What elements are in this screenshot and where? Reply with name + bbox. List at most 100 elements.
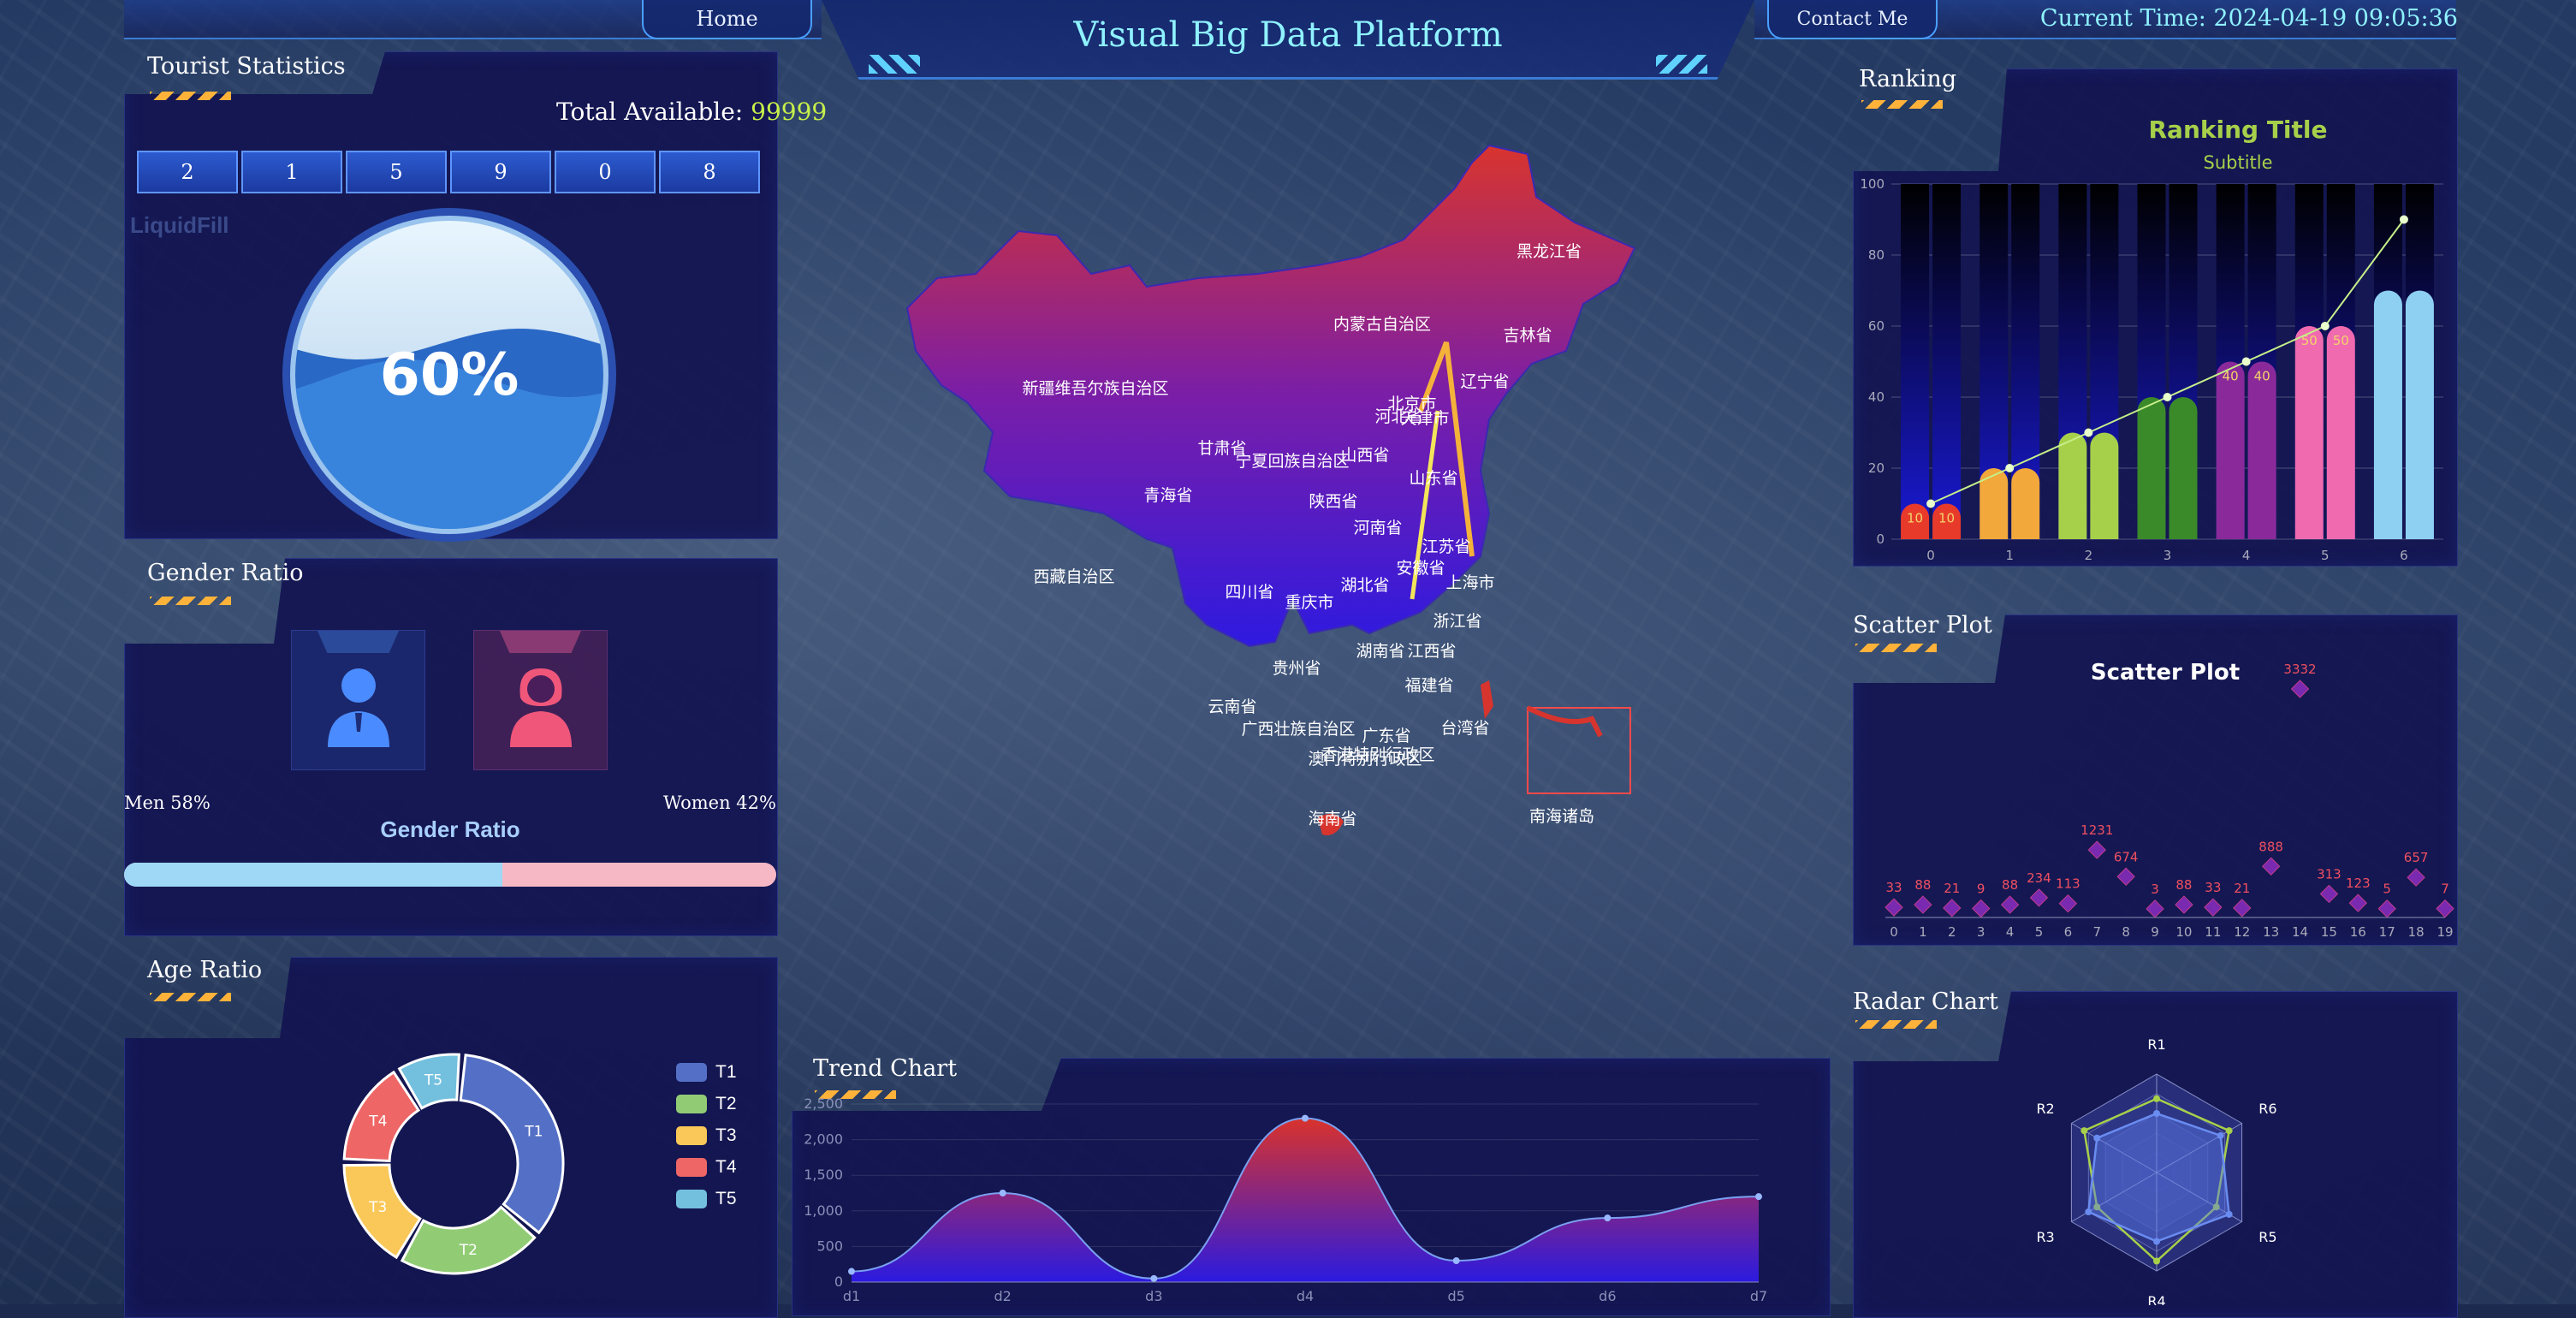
x-tick-label: 5 [2321, 548, 2330, 563]
radar-indicator-label: R6 [2258, 1101, 2276, 1117]
current-time: Current Time: 2024-04-19 09:05:36 [2039, 5, 2458, 32]
x-tick-label: 5 [2035, 924, 2044, 940]
scatter-point [1971, 899, 1991, 918]
contact-me-button[interactable]: Contact Me [1767, 0, 1938, 39]
trend-chart-title: Trend Chart [813, 1055, 958, 1082]
region-label: 吉林省 [1503, 326, 1552, 345]
data-point [848, 1268, 855, 1275]
legend-label: T2 [715, 1093, 737, 1113]
point-value-label: 657 [2404, 850, 2429, 865]
point-value-label: 33 [1885, 880, 1902, 895]
x-tick-label: 11 [2205, 924, 2221, 940]
x-tick-label: 7 [2092, 924, 2101, 940]
gender-chart-title: Gender Ratio [380, 816, 520, 842]
slice-label: T1 [524, 1123, 543, 1140]
line-point [2084, 428, 2093, 437]
x-tick-label: 6 [2064, 924, 2073, 940]
ranking-chart-title: Ranking Title [2148, 116, 2327, 144]
scatter-chart: Scatter Plot3308812129388423451136123176… [1885, 660, 2454, 940]
x-tick-label: 15 [2321, 924, 2337, 940]
x-tick-label: 1 [1919, 924, 1927, 940]
scatter-point [2146, 899, 2164, 918]
legend-item[interactable]: T3 [676, 1119, 737, 1151]
point-value-label: 7 [2441, 882, 2449, 897]
point-value-label: 674 [2114, 849, 2139, 864]
ranking-bar [2011, 468, 2040, 539]
region-label: 江苏省 [1422, 537, 1470, 556]
x-tick-label: 13 [2263, 924, 2279, 940]
point-value-label: 21 [1944, 881, 1960, 896]
data-point [1755, 1193, 1762, 1201]
ranking-chart-subtitle: Subtitle [2203, 152, 2272, 173]
point-value-label: 113 [2056, 876, 2080, 892]
legend-item[interactable]: T4 [676, 1151, 737, 1183]
x-tick-label: 0 [1926, 548, 1935, 563]
slice-label: T2 [459, 1242, 478, 1259]
y-tick-label: 40 [1868, 389, 1885, 405]
home-button[interactable]: Home [642, 0, 812, 39]
line-point [2399, 215, 2408, 224]
y-tick-label: 80 [1868, 247, 1885, 263]
radar-indicator-label: R2 [2036, 1101, 2054, 1117]
region-label: 黑龙江省 [1517, 242, 1582, 261]
legend-item[interactable]: T1 [676, 1056, 737, 1088]
x-tick-label: 10 [2175, 924, 2192, 940]
radar-indicator-label: R5 [2258, 1229, 2276, 1245]
x-tick-label: 6 [2400, 548, 2408, 563]
region-label: 四川省 [1225, 583, 1273, 602]
china-mainland-shape[interactable] [905, 144, 1636, 648]
scatter-point [2407, 868, 2425, 887]
point-value-label: 1231 [2080, 822, 2113, 838]
age-ratio-title: Age Ratio [147, 957, 263, 983]
x-tick-label: 9 [2151, 924, 2159, 940]
x-tick-label: 3 [2163, 548, 2172, 563]
men-percent-label: Men 58% [124, 793, 211, 813]
region-label: 江西省 [1407, 642, 1456, 661]
y-tick-label: 20 [1868, 460, 1885, 476]
age-donut-chart: T1 T2 T3 T4 T5 [342, 1053, 565, 1275]
scatter-point [2204, 898, 2223, 917]
scatter-point [2058, 894, 2078, 913]
radar-point [2093, 1134, 2101, 1142]
ranking-bar [2058, 432, 2087, 539]
legend-item[interactable]: T2 [676, 1088, 737, 1119]
bar-value-label: 40 [2254, 369, 2270, 384]
card-cap [318, 631, 399, 653]
y-tick-label: 2,500 [804, 1095, 843, 1112]
card-cap [500, 631, 581, 653]
x-tick-label: 2 [2085, 548, 2093, 563]
china-choropleth-map[interactable]: 新疆维吾尔族自治区西藏自治区青海省甘肃省宁夏回族自治区内蒙古自治区黑龙江省吉林省… [890, 137, 1643, 847]
radar-point [2225, 1127, 2233, 1135]
bar-value-label: 50 [2333, 333, 2349, 348]
gender-ratio-title: Gender Ratio [147, 560, 304, 586]
x-tick-label: 16 [2350, 924, 2366, 940]
x-tick-label: 8 [2122, 924, 2130, 940]
area-fill [852, 1118, 1759, 1282]
region-label: 浙江省 [1433, 612, 1481, 631]
point-value-label: 9 [1977, 881, 1985, 896]
radar-point [2153, 1238, 2160, 1245]
title-deco-right [1656, 55, 1707, 74]
digit-box: 9 [450, 151, 551, 193]
taiwan-shape[interactable] [1481, 680, 1493, 719]
ranking-bar [2247, 361, 2276, 539]
scatter-plot-title: Scatter Plot [1853, 612, 1992, 638]
legend-label: T5 [715, 1188, 737, 1208]
legend-label: T4 [715, 1156, 737, 1177]
legend-swatch [676, 1125, 707, 1145]
region-label: 辽宁省 [1460, 372, 1509, 391]
point-value-label: 313 [2317, 866, 2342, 882]
digit-box: 0 [555, 151, 656, 193]
region-label: 宁夏回族自治区 [1235, 452, 1349, 471]
scatter-point [2029, 888, 2049, 907]
point-value-label: 5 [2383, 882, 2391, 897]
scatter-point [2261, 857, 2281, 876]
x-tick-label: 19 [2437, 924, 2453, 940]
legend-swatch [676, 1062, 707, 1082]
region-label: 台湾省 [1440, 719, 1489, 738]
line-point [2241, 357, 2251, 366]
legend-label: T1 [715, 1061, 737, 1082]
legend-item[interactable]: T5 [676, 1183, 737, 1214]
data-point [1150, 1274, 1158, 1282]
region-label: 福建省 [1404, 676, 1453, 695]
